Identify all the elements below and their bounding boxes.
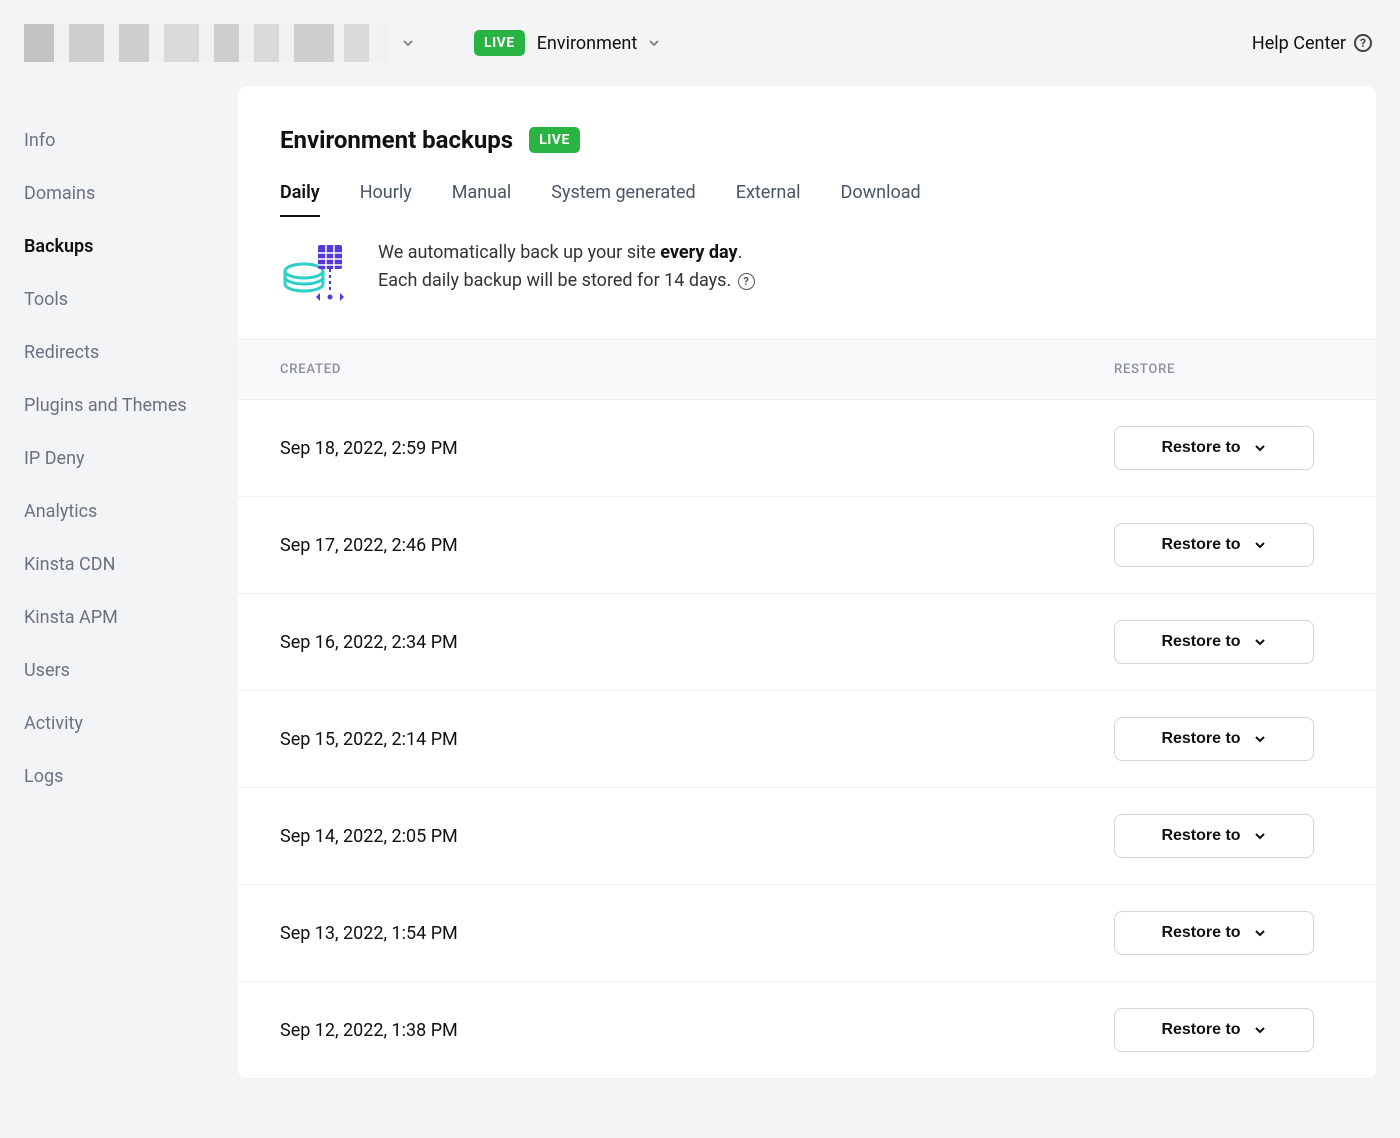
sidebar-item-kinsta-cdn[interactable]: Kinsta CDN xyxy=(24,538,238,591)
sidebar-item-info[interactable]: Info xyxy=(24,114,238,167)
sidebar-item-plugins-and-themes[interactable]: Plugins and Themes xyxy=(24,379,238,432)
info-line1-pre: We automatically back up your site xyxy=(378,242,660,263)
restore-button-label: Restore to xyxy=(1161,633,1240,651)
backup-illustration-icon xyxy=(280,239,350,309)
chevron-down-icon xyxy=(1253,1023,1267,1037)
table-row: Sep 14, 2022, 2:05 PM Restore to xyxy=(238,788,1376,885)
page-title: Environment backups xyxy=(280,126,513,154)
table-row: Sep 16, 2022, 2:34 PM Restore to xyxy=(238,594,1376,691)
live-badge: LIVE xyxy=(474,30,525,56)
column-header-restore: RESTORE xyxy=(1114,362,1334,377)
restore-to-button[interactable]: Restore to xyxy=(1114,426,1314,470)
restore-to-button[interactable]: Restore to xyxy=(1114,620,1314,664)
restore-to-button[interactable]: Restore to xyxy=(1114,814,1314,858)
info-line2: Each daily backup will be stored for 14 … xyxy=(378,270,731,291)
restore-button-label: Restore to xyxy=(1161,730,1240,748)
site-name-redacted xyxy=(24,24,389,62)
table-body: Sep 18, 2022, 2:59 PMRestore toSep 17, 2… xyxy=(238,400,1376,1079)
table-header: CREATED RESTORE xyxy=(238,339,1376,400)
backup-created-date: Sep 17, 2022, 2:46 PM xyxy=(280,535,1114,556)
info-line1-strong: every day xyxy=(660,242,737,263)
table-row: Sep 12, 2022, 1:38 PM Restore to xyxy=(238,982,1376,1079)
chevron-down-icon xyxy=(647,36,661,50)
table-row: Sep 13, 2022, 1:54 PM Restore to xyxy=(238,885,1376,982)
environment-selector[interactable]: LIVE Environment xyxy=(474,30,661,56)
chevron-down-icon xyxy=(1253,635,1267,649)
tab-daily[interactable]: Daily xyxy=(280,182,320,217)
chevron-down-icon xyxy=(401,36,415,50)
table-row: Sep 17, 2022, 2:46 PM Restore to xyxy=(238,497,1376,594)
restore-button-label: Restore to xyxy=(1161,439,1240,457)
backup-created-date: Sep 18, 2022, 2:59 PM xyxy=(280,438,1114,459)
topbar: LIVE Environment Help Center ? xyxy=(0,0,1400,86)
table-row: Sep 15, 2022, 2:14 PM Restore to xyxy=(238,691,1376,788)
help-icon[interactable]: ? xyxy=(738,273,755,290)
sidebar-item-backups[interactable]: Backups xyxy=(24,220,238,273)
backup-created-date: Sep 15, 2022, 2:14 PM xyxy=(280,729,1114,750)
restore-to-button[interactable]: Restore to xyxy=(1114,717,1314,761)
backup-created-date: Sep 13, 2022, 1:54 PM xyxy=(280,923,1114,944)
site-selector[interactable] xyxy=(24,24,454,62)
column-header-created: CREATED xyxy=(280,362,1114,377)
sidebar-item-kinsta-apm[interactable]: Kinsta APM xyxy=(24,591,238,644)
live-badge: LIVE xyxy=(529,127,580,153)
tabs: Daily Hourly Manual System generated Externa… xyxy=(280,182,1334,217)
chevron-down-icon xyxy=(1253,441,1267,455)
help-icon: ? xyxy=(1354,34,1372,52)
info-text: We automatically back up your site every… xyxy=(378,239,755,295)
restore-button-label: Restore to xyxy=(1161,1021,1240,1039)
sidebar-item-analytics[interactable]: Analytics xyxy=(24,485,238,538)
environment-label-text: Environment xyxy=(537,33,638,54)
backup-created-date: Sep 14, 2022, 2:05 PM xyxy=(280,826,1114,847)
chevron-down-icon xyxy=(1253,829,1267,843)
main-panel: Environment backups LIVE Daily Hourly Manu… xyxy=(238,86,1376,1079)
tab-hourly[interactable]: Hourly xyxy=(360,182,412,217)
sidebar-item-activity[interactable]: Activity xyxy=(24,697,238,750)
info-row: We automatically back up your site every… xyxy=(280,239,1334,309)
restore-button-label: Restore to xyxy=(1161,827,1240,845)
help-center-link[interactable]: Help Center ? xyxy=(1252,33,1372,54)
sidebar-item-users[interactable]: Users xyxy=(24,644,238,697)
backup-created-date: Sep 16, 2022, 2:34 PM xyxy=(280,632,1114,653)
tab-external[interactable]: External xyxy=(736,182,801,217)
sidebar-item-domains[interactable]: Domains xyxy=(24,167,238,220)
help-center-label: Help Center xyxy=(1252,33,1346,54)
restore-to-button[interactable]: Restore to xyxy=(1114,1008,1314,1052)
sidebar-item-ip-deny[interactable]: IP Deny xyxy=(24,432,238,485)
tab-download[interactable]: Download xyxy=(841,182,921,217)
sidebar: InfoDomainsBackupsToolsRedirectsPlugins … xyxy=(0,86,238,1103)
restore-to-button[interactable]: Restore to xyxy=(1114,911,1314,955)
restore-button-label: Restore to xyxy=(1161,924,1240,942)
restore-button-label: Restore to xyxy=(1161,536,1240,554)
chevron-down-icon xyxy=(1253,926,1267,940)
backup-created-date: Sep 12, 2022, 1:38 PM xyxy=(280,1020,1114,1041)
sidebar-item-tools[interactable]: Tools xyxy=(24,273,238,326)
chevron-down-icon xyxy=(1253,538,1267,552)
chevron-down-icon xyxy=(1253,732,1267,746)
sidebar-item-logs[interactable]: Logs xyxy=(24,750,238,803)
tab-manual[interactable]: Manual xyxy=(452,182,512,217)
table-row: Sep 18, 2022, 2:59 PM Restore to xyxy=(238,400,1376,497)
tab-system-generated[interactable]: System generated xyxy=(551,182,695,217)
sidebar-item-redirects[interactable]: Redirects xyxy=(24,326,238,379)
environment-label: Environment xyxy=(537,33,662,54)
info-line1-post: . xyxy=(738,242,743,263)
restore-to-button[interactable]: Restore to xyxy=(1114,523,1314,567)
